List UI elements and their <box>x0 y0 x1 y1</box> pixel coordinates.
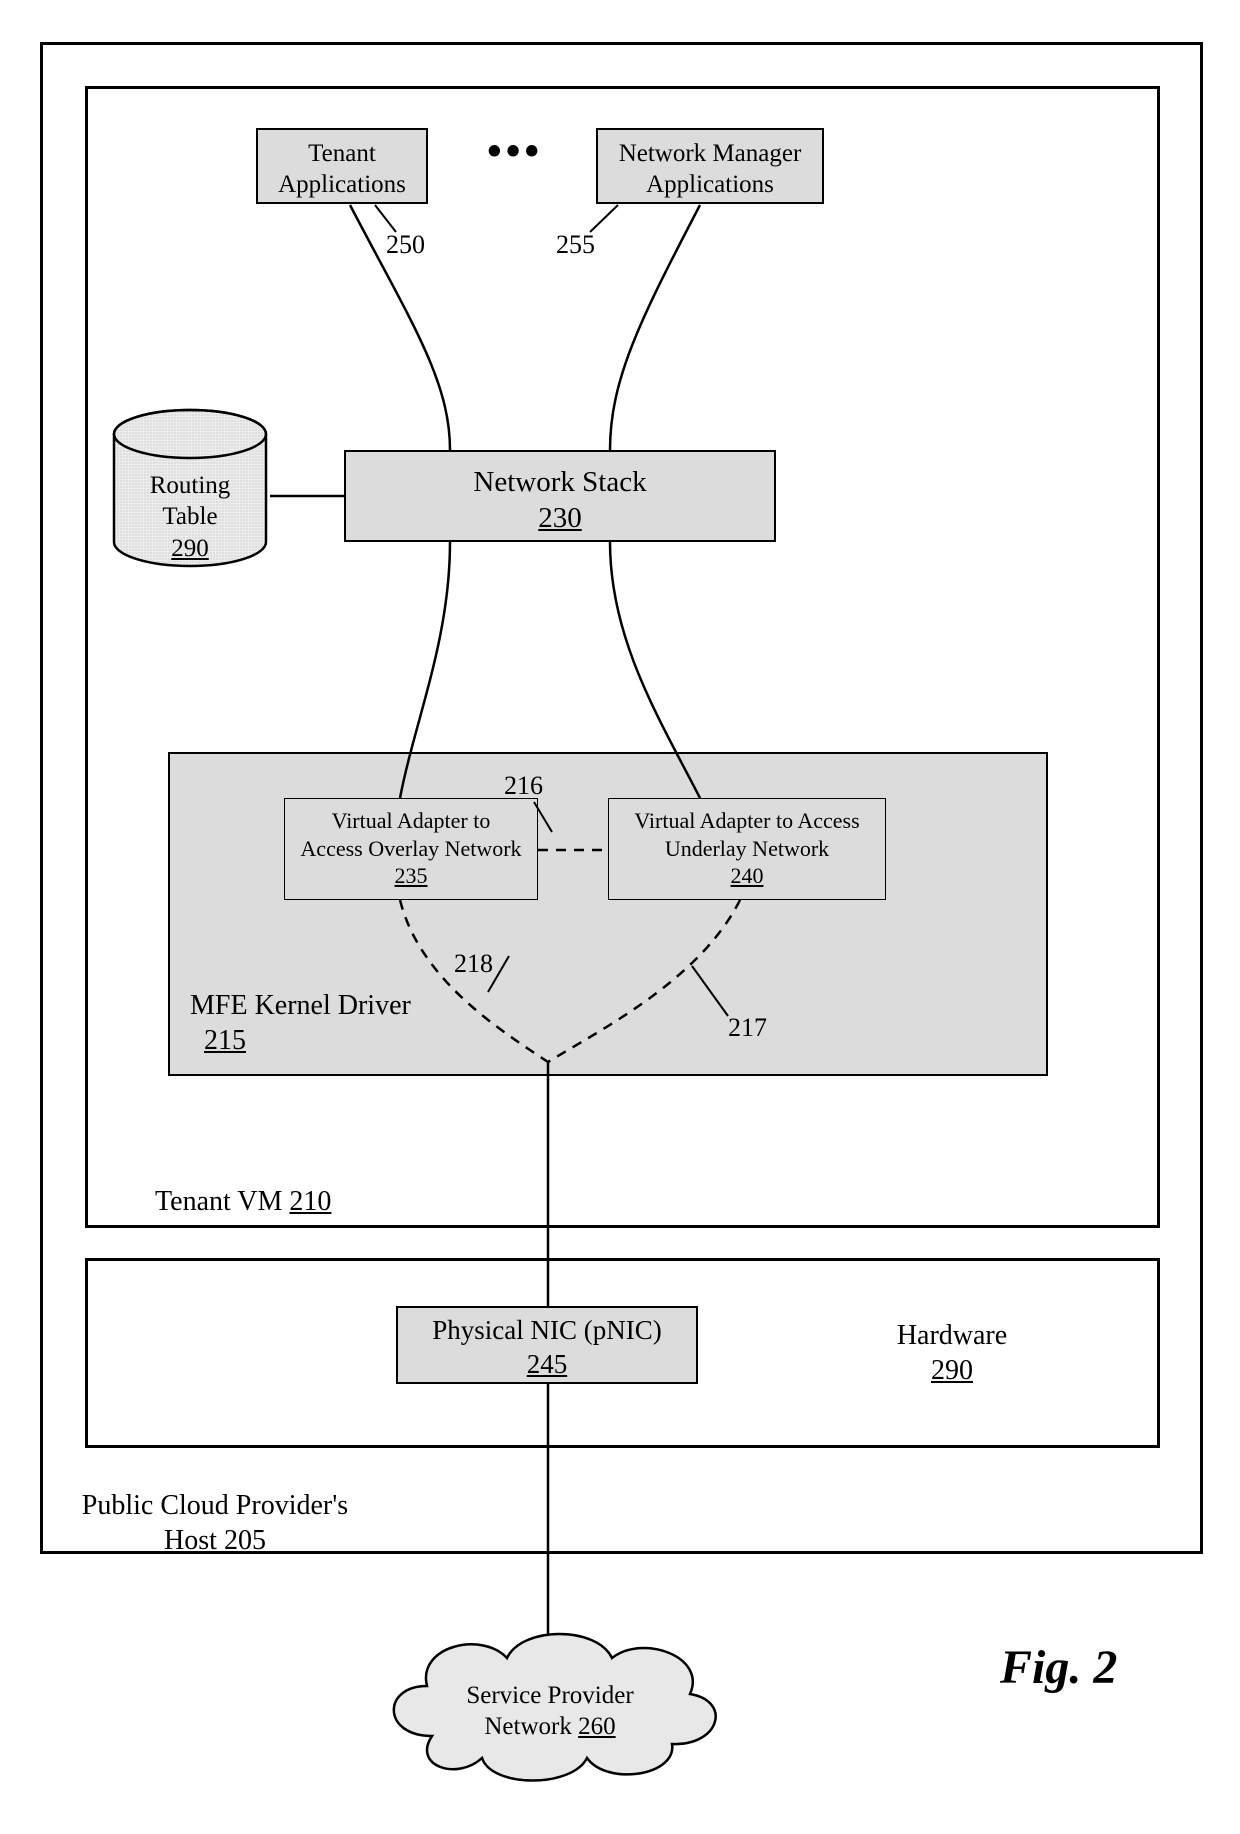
cloud-label: Service Provider Network 260 <box>410 1680 690 1743</box>
hardware-label: Hardware 290 <box>852 1318 1052 1388</box>
cloud-line1: Service Provider <box>410 1680 690 1711</box>
cloud-line2: Network 260 <box>410 1711 690 1742</box>
pnic-box: Physical NIC (pNIC) 245 <box>396 1306 698 1384</box>
pnic-label: Physical NIC (pNIC) <box>398 1314 696 1348</box>
pnic-ref: 245 <box>398 1348 696 1382</box>
hardware-label-text: Hardware <box>852 1318 1052 1353</box>
hardware-ref: 290 <box>852 1353 1052 1388</box>
vertical-main <box>0 0 1240 1834</box>
figure-label: Fig. 2 <box>1000 1640 1117 1695</box>
